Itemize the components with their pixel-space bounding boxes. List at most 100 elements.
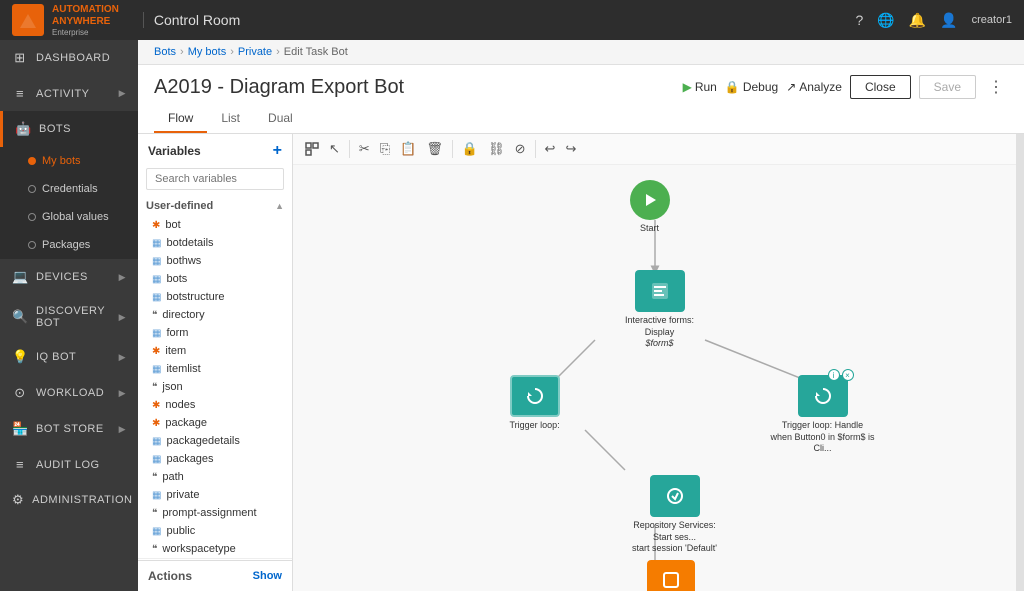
close-button[interactable]: Close — [850, 75, 911, 99]
tab-dual[interactable]: Dual — [254, 105, 307, 133]
node-start[interactable]: Start — [630, 180, 670, 235]
sidebar-item-botstore[interactable]: 🏪 BOT STORE ▶ — [0, 411, 138, 447]
user-icon[interactable]: 👤 — [940, 12, 957, 29]
save-button[interactable]: Save — [919, 75, 976, 99]
variables-list: User-defined ▲ ✱ bot ▦ botdetails ▦ both… — [138, 196, 292, 560]
var-json[interactable]: ❝ json — [138, 378, 292, 396]
var-icon-table9: ▦ — [152, 490, 161, 501]
packages-circle — [28, 241, 36, 249]
add-variable-button[interactable]: + — [273, 142, 282, 160]
var-icon-quote2: ❝ — [152, 382, 157, 393]
right-scrollbar[interactable] — [1016, 134, 1024, 591]
var-private[interactable]: ▦ private — [138, 486, 292, 504]
sidebar-item-devices[interactable]: 💻 DEVICES ▶ — [0, 259, 138, 295]
globe-icon[interactable]: 🌐 — [877, 12, 894, 29]
var-botdetails[interactable]: ▦ botdetails — [138, 234, 292, 252]
user-defined-section[interactable]: User-defined ▲ — [138, 196, 292, 216]
submenu-packages-label: Packages — [42, 239, 90, 251]
sidebar-item-administration[interactable]: ⚙ ADMINISTRATION ▶ — [0, 482, 138, 518]
help-icon[interactable]: ? — [856, 12, 864, 28]
analyze-button[interactable]: ↗ Analyze — [786, 80, 842, 94]
toolbar-undo[interactable]: ↩ — [541, 138, 560, 160]
content-area: Bots › My bots › Private › Edit Task Bot… — [138, 40, 1024, 591]
canvas-toolbar: ↖ ✂ ⎘ 📋 🗑 🔒 ⛓ ⊘ ↩ ↪ — [293, 134, 1016, 165]
var-form[interactable]: ▦ form — [138, 324, 292, 342]
toolbar-cursor[interactable]: ↖ — [325, 138, 344, 160]
sidebar-label-iqbot: IQ BOT — [36, 351, 76, 363]
actions-show-button[interactable]: Show — [253, 570, 282, 582]
breadcrumb-bots[interactable]: Bots — [154, 46, 176, 58]
run-button[interactable]: ▶ Run — [683, 80, 717, 94]
sidebar-item-workload[interactable]: ⊙ WORKLOAD ▶ — [0, 375, 138, 411]
var-packages[interactable]: ▦ packages — [138, 450, 292, 468]
var-icon-table2: ▦ — [152, 256, 161, 267]
variables-search[interactable] — [146, 168, 284, 190]
node-trigger-handle[interactable]: i × Trigger loop: Handlewhen Button0 in … — [768, 375, 878, 455]
bots-submenu: My bots Credentials Global values Packag… — [0, 147, 138, 259]
toolbar-break[interactable]: ⛓ — [484, 138, 509, 160]
sidebar-item-bots[interactable]: 🤖 BOTS — [0, 111, 138, 147]
toolbar-delete[interactable]: 🗑 — [422, 138, 447, 160]
topbar-icons: ? 🌐 🔔 👤 creator1 — [856, 12, 1012, 29]
submenu-mybots[interactable]: My bots — [0, 147, 138, 175]
toolbar-disable[interactable]: ⊘ — [511, 138, 530, 160]
variables-title: Variables — [148, 144, 201, 158]
submenu-credentials-label: Credentials — [42, 183, 98, 195]
submenu-packages[interactable]: Packages — [0, 231, 138, 259]
toolbar-paste[interactable]: 📋 — [396, 138, 420, 160]
more-options-button[interactable]: ⋮ — [984, 77, 1008, 97]
workload-icon: ⊙ — [12, 385, 28, 401]
var-public[interactable]: ▦ public — [138, 522, 292, 540]
flow-canvas[interactable]: Start Interactive forms: Display$form$ — [293, 165, 1016, 591]
notification-icon[interactable]: 🔔 — [909, 12, 926, 29]
var-directory[interactable]: ❝ directory — [138, 306, 292, 324]
sidebar-label-devices: DEVICES — [36, 271, 88, 283]
toolbar-copy[interactable]: ⎘ — [376, 138, 394, 160]
tab-list[interactable]: List — [207, 105, 254, 133]
var-botstructure[interactable]: ▦ botstructure — [138, 288, 292, 306]
logo: AUTOMATION ANYWHERE Enterprise — [12, 4, 119, 37]
node-interactive[interactable]: Interactive forms: Display$form$ — [610, 270, 710, 350]
var-itemlist[interactable]: ▦ itemlist — [138, 360, 292, 378]
var-icon-table6: ▦ — [152, 364, 161, 375]
toolbar-redo[interactable]: ↪ — [561, 138, 580, 160]
var-icon-table3: ▦ — [152, 274, 161, 285]
sidebar: ⊞ DASHBOARD ≡ ACTIVITY ▶ 🤖 BOTS My bots … — [0, 40, 138, 591]
node-step1[interactable]: Step'Bot Diagram Private' — [630, 560, 714, 591]
var-item[interactable]: ✱ item — [138, 342, 292, 360]
breadcrumb-current: Edit Task Bot — [284, 46, 348, 58]
logo-icon — [12, 4, 44, 36]
submenu-globalvalues-label: Global values — [42, 211, 109, 223]
botstore-icon: 🏪 — [12, 421, 28, 437]
toolbar-select[interactable] — [301, 139, 323, 159]
logo-text-line1: AUTOMATION — [52, 4, 119, 16]
toolbar-cut[interactable]: ✂ — [355, 138, 374, 160]
var-path[interactable]: ❝ path — [138, 468, 292, 486]
submenu-globalvalues[interactable]: Global values — [0, 203, 138, 231]
breadcrumb-private[interactable]: Private — [238, 46, 272, 58]
submenu-credentials[interactable]: Credentials — [0, 175, 138, 203]
sidebar-item-auditlog[interactable]: ≡ AUDIT LOG — [0, 447, 138, 482]
node-trigger-loop[interactable]: Trigger loop: — [510, 375, 560, 432]
var-packagedetails[interactable]: ▦ packagedetails — [138, 432, 292, 450]
var-nodes[interactable]: ✱ nodes — [138, 396, 292, 414]
node-repo-start[interactable]: Repository Services: Start ses...start s… — [625, 475, 725, 555]
toolbar-lock[interactable]: 🔒 — [458, 138, 482, 160]
var-icon-quote3: ❝ — [152, 472, 157, 483]
var-prompt-assignment[interactable]: ❝ prompt-assignment — [138, 504, 292, 522]
var-bothws[interactable]: ▦ bothws — [138, 252, 292, 270]
debug-button[interactable]: 🔒 Debug — [725, 80, 778, 94]
var-package[interactable]: ✱ package — [138, 414, 292, 432]
sidebar-item-dashboard[interactable]: ⊞ DASHBOARD — [0, 40, 138, 76]
sidebar-item-activity[interactable]: ≡ ACTIVITY ▶ — [0, 76, 138, 111]
sidebar-item-discoverybot[interactable]: 🔍 DISCOVERY BOT ▶ — [0, 295, 138, 339]
activity-icon: ≡ — [12, 86, 28, 101]
tab-flow[interactable]: Flow — [154, 105, 207, 133]
var-workspacetype[interactable]: ❝ workspacetype — [138, 540, 292, 558]
sidebar-item-iqbot[interactable]: 💡 IQ BOT ▶ — [0, 339, 138, 375]
breadcrumb-mybots[interactable]: My bots — [188, 46, 227, 58]
var-bots[interactable]: ▦ bots — [138, 270, 292, 288]
var-icon-star2: ✱ — [152, 346, 160, 357]
var-bot[interactable]: ✱ bot — [138, 216, 292, 234]
sidebar-label-bots: BOTS — [39, 123, 71, 135]
